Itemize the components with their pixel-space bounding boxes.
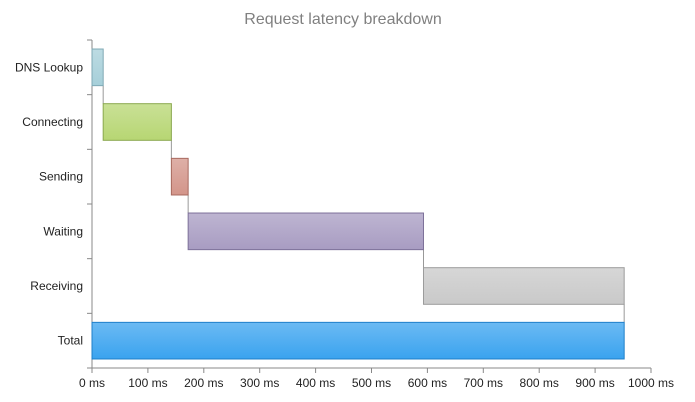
waterfall-chart-svg: Request latency breakdown DNS Lookup Conn… — [15, 11, 674, 390]
category-label: Waiting — [43, 224, 83, 238]
x-tick-label: 600 ms — [408, 376, 447, 390]
category-labels: DNS Lookup Connecting Sending Waiting Receiv… — [15, 60, 83, 347]
chart: Request latency breakdown DNS Lookup Conn… — [0, 0, 695, 402]
bar-total — [91, 321, 625, 360]
bars — [91, 48, 625, 360]
x-tick-label: 0 ms — [79, 376, 105, 390]
category-label: Connecting — [22, 115, 83, 129]
x-tick-label: 800 ms — [520, 376, 559, 390]
category-label: DNS Lookup — [15, 60, 83, 74]
category-label: Receiving — [30, 279, 83, 293]
category-label: Sending — [39, 170, 83, 184]
bar-sending — [170, 157, 189, 196]
x-tick-label: 300 ms — [240, 376, 279, 390]
bar-receiving — [422, 267, 625, 305]
bar-dns-lookup — [91, 48, 104, 87]
chart-title: Request latency breakdown — [244, 11, 441, 28]
x-tick-label: 1000 ms — [628, 376, 674, 390]
x-tick-label: 700 ms — [464, 376, 503, 390]
x-tick-label: 900 ms — [575, 376, 614, 390]
bar-connecting — [102, 103, 172, 141]
x-tick-label: 100 ms — [128, 376, 167, 390]
category-label: Total — [58, 334, 83, 348]
x-tick-label: 400 ms — [296, 376, 335, 390]
bar-waiting — [187, 212, 424, 251]
x-tick-label: 500 ms — [352, 376, 391, 390]
x-tick-label: 200 ms — [184, 376, 223, 390]
x-tick-labels: 0 ms 100 ms 200 ms 300 ms 400 ms 500 ms 600 ms… — [79, 376, 674, 390]
